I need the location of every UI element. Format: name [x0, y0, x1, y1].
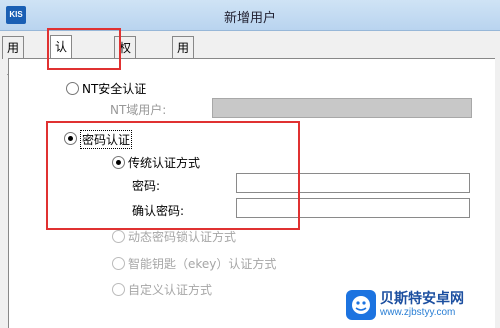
custom-auth-radio: [112, 283, 125, 296]
nt-auth-radio[interactable]: [66, 82, 79, 95]
nt-user-label: NT域用户:: [110, 103, 167, 117]
ekey-auth-radio: [112, 257, 125, 270]
watermark-title: 贝斯特安卓网: [380, 290, 464, 306]
watermark-url: www.zjbstyy.com: [380, 307, 456, 318]
tab-user-group[interactable]: 用户组: [172, 36, 195, 99]
title-bar: KIS 新增用户: [0, 0, 500, 31]
ekey-auth-label: 智能钥匙（ekey）认证方式: [128, 257, 277, 271]
dynamic-auth-radio: [112, 230, 125, 243]
watermark-logo-icon: [346, 290, 376, 320]
highlight-box-password: [46, 121, 300, 230]
custom-auth-label: 自定义认证方式: [128, 283, 213, 297]
dynamic-auth-label: 动态密码锁认证方式: [128, 230, 237, 244]
nt-user-field: [212, 98, 472, 118]
highlight-box-tab: [47, 28, 121, 70]
watermark: 贝斯特安卓网 www.zjbstyy.com: [346, 287, 496, 323]
tab-user[interactable]: 用户: [2, 36, 25, 77]
window-title: 新增用户: [223, 11, 276, 26]
nt-auth-label: NT安全认证: [82, 82, 147, 96]
